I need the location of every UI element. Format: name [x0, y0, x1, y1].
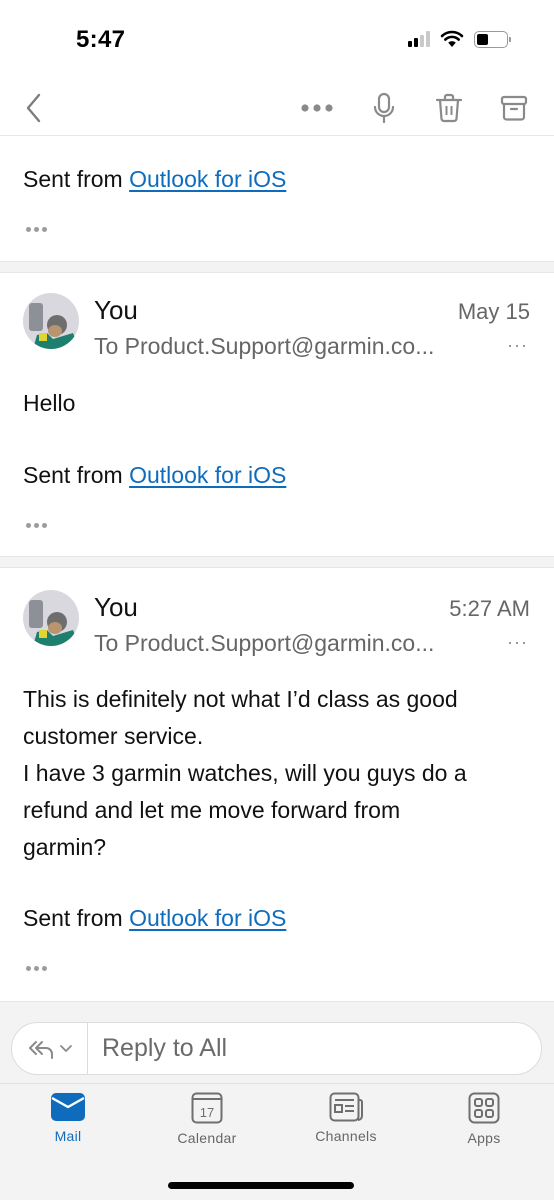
ellipsis-icon: [301, 104, 333, 112]
mail-icon: [51, 1093, 85, 1121]
sender-name[interactable]: You: [94, 295, 138, 326]
outlook-ios-link[interactable]: Outlook for iOS: [129, 166, 286, 192]
delete-button[interactable]: [429, 88, 469, 128]
outlook-ios-link[interactable]: Outlook for iOS: [129, 462, 286, 488]
bottom-tab-bar: Mail 17 Calendar Channels Apps: [0, 1083, 554, 1200]
message-toolbar: [0, 80, 554, 136]
more-actions-button[interactable]: [297, 88, 337, 128]
recipient-more-button[interactable]: ···: [507, 335, 528, 356]
reply-pill: [11, 1022, 542, 1075]
show-quoted-text-button[interactable]: [26, 962, 52, 974]
outlook-ios-link[interactable]: Outlook for iOS: [129, 905, 286, 931]
tab-label: Apps: [467, 1130, 501, 1146]
battery-icon: [474, 30, 511, 48]
recipient-line[interactable]: To Product.Support@garmin.co...: [94, 630, 434, 657]
message-date: May 15: [457, 299, 530, 324]
archive-icon: [500, 95, 528, 121]
reply-mode-button[interactable]: [12, 1023, 88, 1074]
dictation-button[interactable]: [364, 88, 404, 128]
avatar-photo: [23, 590, 79, 646]
tab-label: Mail: [54, 1128, 82, 1144]
avatar-photo: [23, 293, 79, 349]
message-separator: [0, 556, 554, 568]
tab-apps[interactable]: Apps: [434, 1092, 534, 1156]
reply-input[interactable]: [102, 1023, 522, 1074]
sender-avatar[interactable]: [23, 590, 79, 646]
tab-channels[interactable]: Channels: [296, 1092, 396, 1156]
signature: Sent from Outlook for iOS: [23, 462, 287, 488]
chevron-down-icon: [59, 1044, 72, 1052]
cellular-signal-icon: [408, 31, 430, 47]
message-body: This is definitely not what I’d class as…: [23, 686, 467, 860]
sender-avatar[interactable]: [23, 293, 79, 349]
sender-name[interactable]: You: [94, 592, 138, 623]
message-body: Hello: [23, 390, 76, 416]
calendar-icon: 17: [191, 1092, 223, 1124]
channels-icon: [329, 1092, 363, 1122]
message-separator: [0, 261, 554, 273]
apps-icon: [468, 1092, 500, 1124]
back-button[interactable]: [14, 88, 54, 128]
tab-calendar[interactable]: 17 Calendar: [157, 1092, 257, 1156]
status-icons: [408, 30, 511, 48]
chevron-left-icon: [26, 93, 41, 123]
reply-bar: [0, 1001, 554, 1083]
reply-all-icon: [28, 1040, 53, 1059]
status-bar: 5:47: [0, 0, 554, 80]
tab-label: Calendar: [177, 1130, 237, 1146]
tab-mail[interactable]: Mail: [18, 1092, 118, 1156]
recipient-line[interactable]: To Product.Support@garmin.co...: [94, 333, 434, 360]
status-time: 5:47: [76, 26, 126, 53]
signature: Sent from Outlook for iOS: [23, 905, 287, 931]
wifi-icon: [440, 30, 464, 47]
microphone-icon: [373, 92, 395, 124]
calendar-day: 17: [200, 1105, 214, 1120]
archive-button[interactable]: [494, 88, 534, 128]
message-date: 5:27 AM: [449, 596, 530, 621]
show-quoted-text-button[interactable]: [26, 519, 52, 531]
show-quoted-text-button[interactable]: [26, 223, 52, 235]
home-indicator[interactable]: [168, 1182, 354, 1189]
signature: Sent from Outlook for iOS: [23, 166, 287, 192]
message-may-15: You May 15 To Product.Support@garmin.co.…: [0, 273, 554, 556]
recipient-more-button[interactable]: ···: [507, 632, 528, 653]
tab-label: Channels: [315, 1128, 377, 1144]
message-5-27-am: You 5:27 AM To Product.Support@garmin.co…: [0, 568, 554, 1001]
message-partial: Sent from Outlook for iOS: [0, 137, 554, 261]
trash-icon: [435, 93, 463, 123]
